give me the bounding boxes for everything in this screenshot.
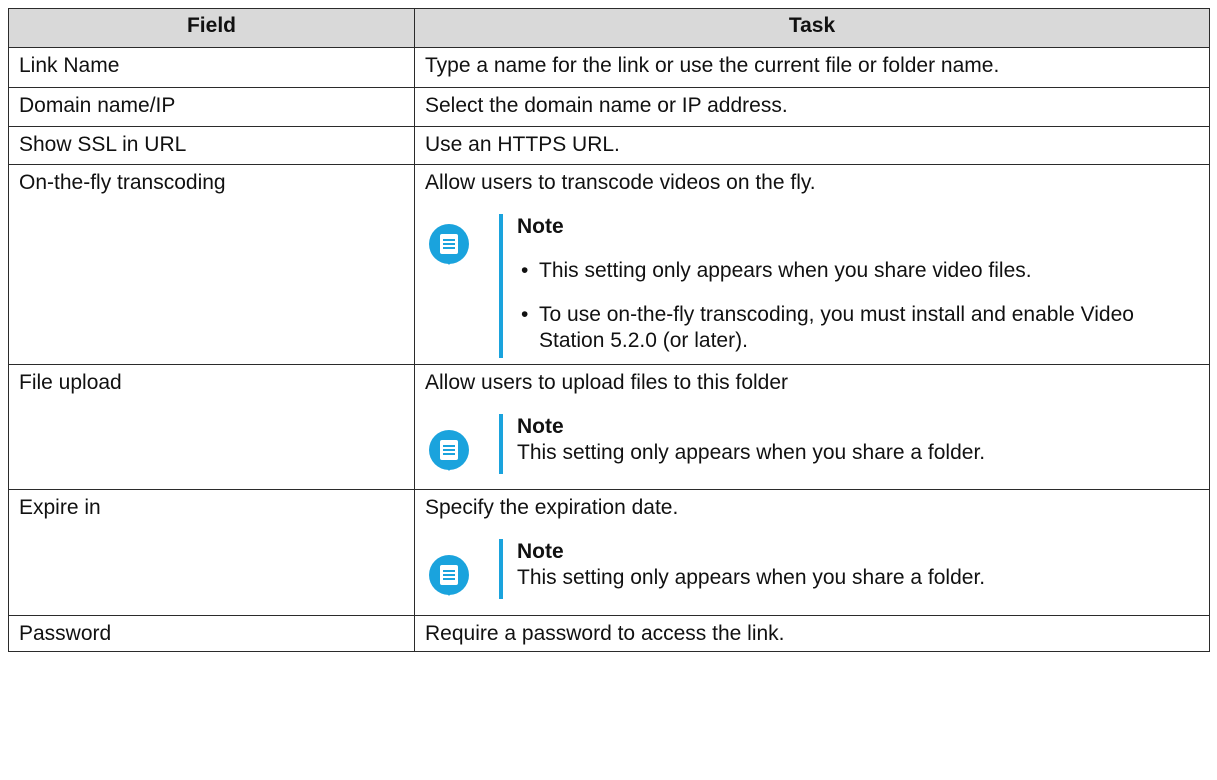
note-item-text: To use on-the-fly transcoding, you must … bbox=[539, 303, 1134, 352]
field-cell: Expire in bbox=[8, 489, 415, 616]
table-row: Expire in Specify the expiration date. N… bbox=[8, 489, 1210, 616]
note-icon bbox=[429, 555, 469, 596]
header-task: Task bbox=[414, 8, 1210, 48]
bullet: • bbox=[521, 303, 529, 326]
table-header-row: Field Task bbox=[8, 8, 1210, 48]
field-cell: File upload bbox=[8, 364, 415, 490]
note-accent-bar bbox=[499, 414, 503, 474]
field-cell: Link Name bbox=[8, 47, 415, 88]
table-row: Password Require a password to access th… bbox=[8, 615, 1210, 652]
header-field: Field bbox=[8, 8, 415, 48]
note-icon bbox=[429, 430, 469, 471]
list-item: • This setting only appears when you shar… bbox=[517, 258, 1199, 284]
field-cell: On-the-fly transcoding bbox=[8, 164, 415, 365]
task-cell: Select the domain name or IP address. bbox=[414, 87, 1210, 127]
note-title: Note bbox=[517, 215, 564, 238]
note-title: Note bbox=[517, 415, 564, 438]
field-cell: Domain name/IP bbox=[8, 87, 415, 127]
table-row: Link Name Type a name for the link or us… bbox=[8, 47, 1210, 88]
task-cell: Specify the expiration date. Note This s… bbox=[414, 489, 1210, 616]
note-text: This setting only appears when you share… bbox=[517, 566, 986, 589]
note-item-text: This setting only appears when you share… bbox=[539, 259, 1032, 282]
task-text: Allow users to upload files to this fold… bbox=[425, 371, 789, 394]
list-item: • To use on-the-fly transcoding, you must… bbox=[517, 302, 1199, 354]
table-row: Domain name/IP Select the domain name or… bbox=[8, 87, 1210, 127]
field-cell: Password bbox=[8, 615, 415, 652]
field-cell: Show SSL in URL bbox=[8, 126, 415, 165]
note-accent-bar bbox=[499, 539, 503, 599]
settings-table: Field Task Link Name Type a name for the… bbox=[8, 8, 1210, 652]
table-row: On-the-fly transcoding Allow users to tr… bbox=[8, 164, 1210, 365]
task-text: Allow users to transcode videos on the f… bbox=[425, 171, 816, 194]
task-cell: Require a password to access the link. bbox=[414, 615, 1210, 652]
note-icon bbox=[429, 224, 469, 265]
note-accent-bar bbox=[499, 214, 503, 358]
note-box: Note This setting only appears when you … bbox=[429, 539, 1199, 599]
task-text: Specify the expiration date. bbox=[425, 496, 679, 519]
table-row: Show SSL in URL Use an HTTPS URL. bbox=[8, 126, 1210, 165]
task-cell: Allow users to upload files to this fold… bbox=[414, 364, 1210, 490]
table-row: File upload Allow users to upload files … bbox=[8, 364, 1210, 490]
note-box: Note • This setting only appears when you… bbox=[429, 214, 1199, 358]
note-box: Note This setting only appears when you … bbox=[429, 414, 1199, 474]
note-list: • This setting only appears when you shar… bbox=[517, 258, 1199, 354]
bullet: • bbox=[521, 259, 529, 282]
note-text: This setting only appears when you share… bbox=[517, 441, 986, 464]
task-cell: Type a name for the link or use the curr… bbox=[414, 47, 1210, 88]
task-cell: Allow users to transcode videos on the f… bbox=[414, 164, 1210, 365]
note-title: Note bbox=[517, 540, 564, 563]
task-cell: Use an HTTPS URL. bbox=[414, 126, 1210, 165]
